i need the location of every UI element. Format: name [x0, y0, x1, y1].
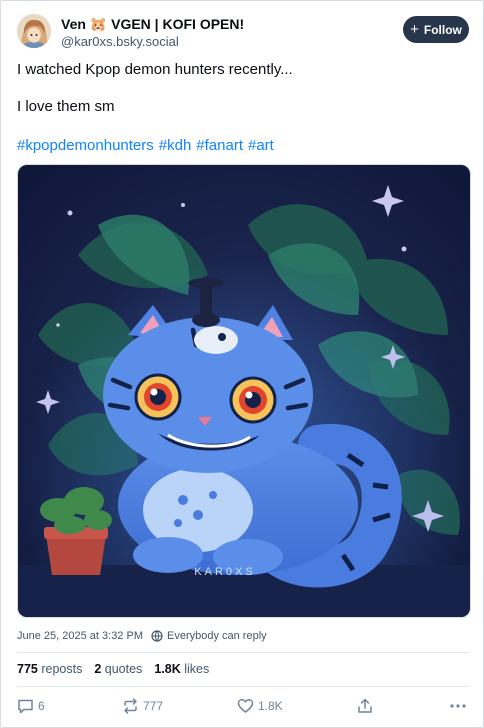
reply-count: 6: [38, 699, 45, 713]
hashtag-link[interactable]: #kpopdemonhunters: [17, 137, 154, 154]
quotes-stat[interactable]: 2 quotes: [94, 662, 142, 676]
divider: [17, 652, 469, 653]
plus-icon: +: [410, 21, 419, 38]
share-button[interactable]: [357, 695, 373, 717]
display-name[interactable]: Ven 🐹 VGEN | KOFI OPEN!: [61, 16, 244, 33]
like-button[interactable]: 1.8K: [237, 695, 283, 717]
reply-setting: Everybody can reply: [151, 630, 267, 642]
divider: [17, 686, 469, 687]
likes-stat[interactable]: 1.8K likes: [154, 662, 209, 676]
avatar[interactable]: [17, 14, 51, 48]
post-text-line-1: I watched Kpop demon hunters recently...: [17, 61, 293, 78]
hashtag-link[interactable]: #kdh: [159, 137, 192, 154]
reply-setting-label: Everybody can reply: [166, 630, 267, 642]
post-card: Ven 🐹 VGEN | KOFI OPEN! @kar0xs.bsky.soc…: [0, 0, 484, 728]
post-timestamp[interactable]: June 25, 2025 at 3:32 PM: [17, 630, 143, 642]
follow-button[interactable]: + Follow: [403, 16, 469, 43]
reply-icon: [18, 699, 33, 714]
post-meta: June 25, 2025 at 3:32 PM Everybody can r…: [17, 630, 267, 642]
reply-button[interactable]: 6: [17, 695, 45, 717]
post-actions: 6 777 1.8K: [17, 695, 469, 717]
hashtag-link[interactable]: #fanart: [196, 137, 243, 154]
artist-signature: KAR0XS: [194, 566, 255, 578]
repost-count: 777: [143, 699, 164, 713]
repost-icon: [124, 698, 137, 714]
repost-button[interactable]: 777: [122, 695, 163, 717]
follow-label: Follow: [423, 22, 462, 37]
hashtag-link[interactable]: #art: [248, 137, 274, 154]
heart-icon: [237, 699, 254, 713]
reply-setting-icon: [151, 630, 163, 642]
post-text-line-2: I love them sm: [17, 98, 115, 115]
hashtag-list: #kpopdemonhunters #kdh #fanart #art: [17, 137, 274, 154]
post-image[interactable]: KAR0XS: [17, 164, 471, 618]
more-options-button[interactable]: [449, 695, 467, 717]
post-stats: 775 reposts 2 quotes 1.8K likes: [17, 662, 209, 676]
reposts-stat[interactable]: 775 reposts: [17, 662, 82, 676]
like-count: 1.8K: [258, 699, 283, 713]
more-horizontal-icon: [450, 704, 466, 708]
share-icon: [358, 698, 372, 713]
display-name-row[interactable]: Ven 🐹 VGEN | KOFI OPEN!: [61, 16, 244, 33]
user-handle[interactable]: @kar0xs.bsky.social: [61, 34, 179, 49]
